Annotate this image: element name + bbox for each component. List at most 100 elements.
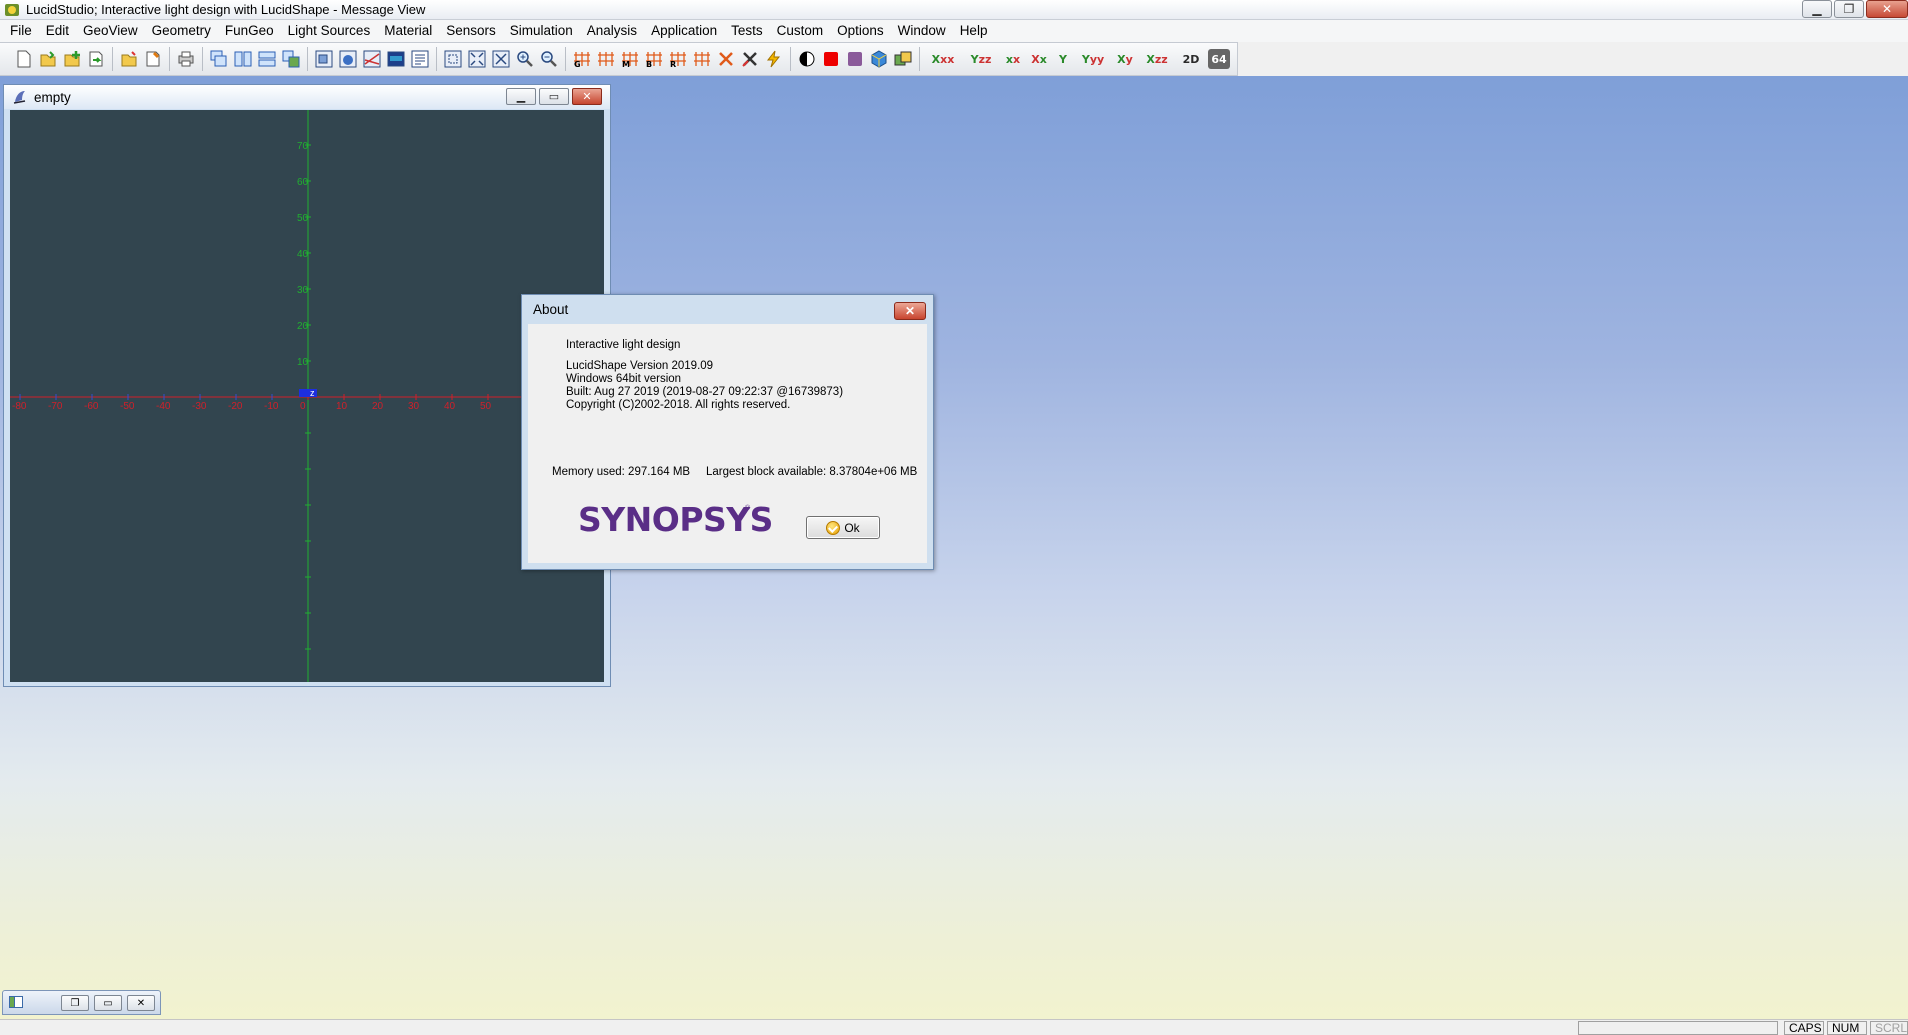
about-dialog-title[interactable]: About — [522, 295, 933, 323]
grid-m-icon[interactable]: M — [620, 49, 640, 69]
menu-geometry[interactable]: Geometry — [145, 20, 218, 42]
view-3d-icon[interactable] — [338, 49, 358, 69]
view-y-icon[interactable]: Y — [1054, 49, 1072, 69]
view-yyy-icon[interactable]: Yyy — [1076, 49, 1110, 69]
save-file-icon[interactable] — [143, 49, 163, 69]
toolbar-separator — [919, 47, 920, 71]
y-axis-tick-label: 20 — [297, 321, 309, 332]
about-dialog: About ✕ Interactive light design LucidSh… — [521, 294, 934, 570]
cube-icon[interactable] — [869, 49, 889, 69]
view-yzz-icon[interactable]: Yzz — [964, 49, 998, 69]
arrange-icon[interactable] — [281, 49, 301, 69]
status-scrl: SCRL — [1870, 1021, 1908, 1035]
cascade-windows-icon[interactable] — [209, 49, 229, 69]
open-folder-icon[interactable] — [119, 49, 139, 69]
window-icon — [9, 996, 23, 1008]
toolbar-separator — [790, 47, 791, 71]
minimized-restore-button[interactable]: ❐ — [61, 995, 89, 1011]
child-minimize-button[interactable]: ▁ — [506, 88, 536, 105]
view-image-icon[interactable] — [386, 49, 406, 69]
menu-custom[interactable]: Custom — [770, 20, 831, 42]
about-platform: Windows 64bit version — [566, 373, 682, 385]
print-icon[interactable] — [176, 49, 196, 69]
restore-icon: ❐ — [70, 997, 80, 1009]
menu-window[interactable]: Window — [891, 20, 953, 42]
menu-file[interactable]: File — [3, 20, 39, 42]
y-axis-tick-label: 10 — [297, 357, 309, 368]
view-64-button[interactable]: 64 — [1208, 49, 1230, 69]
view-xxx-icon[interactable]: Xxx — [926, 49, 960, 69]
menu-light-sources[interactable]: Light Sources — [281, 20, 378, 42]
menu-geoview[interactable]: GeoView — [76, 20, 145, 42]
geoview-icon — [13, 91, 26, 104]
view-text-icon[interactable] — [410, 49, 430, 69]
x-axis-tick-label: 30 — [408, 401, 420, 412]
about-close-button[interactable]: ✕ — [894, 302, 926, 320]
view-xzz-icon[interactable]: Xzz — [1140, 49, 1174, 69]
new-file-icon[interactable] — [14, 49, 34, 69]
grid-g-icon[interactable]: G — [572, 49, 592, 69]
menu-material[interactable]: Material — [377, 20, 439, 42]
status-num: NUM — [1827, 1021, 1867, 1035]
axes-drawing: -80 -70 -60 -50 -40 -30 -20 -10 0 10 20 30 40 50 70 60 5… — [10, 110, 604, 682]
menu-fungeo[interactable]: FunGeo — [218, 20, 281, 42]
minimized-close-button[interactable]: ✕ — [127, 995, 155, 1011]
x-axis-tick-label: -40 — [156, 401, 171, 412]
add-geometry-icon[interactable] — [62, 49, 82, 69]
view-xx-icon[interactable]: xx — [1002, 49, 1024, 69]
restore-icon: ❐ — [1843, 2, 1855, 16]
restore-button[interactable]: ❐ — [1834, 0, 1864, 18]
solid-render-icon[interactable] — [821, 49, 841, 69]
delete-icon[interactable] — [740, 49, 760, 69]
close-button[interactable]: ✕ — [1866, 0, 1908, 18]
maximize-icon: ▭ — [548, 91, 560, 103]
grid-icon[interactable] — [596, 49, 616, 69]
menu-tests[interactable]: Tests — [724, 20, 770, 42]
zoom-all-icon[interactable] — [491, 49, 511, 69]
grid-r-icon[interactable]: R — [668, 49, 688, 69]
open-geometry-icon[interactable] — [38, 49, 58, 69]
zoom-fit-icon[interactable] — [467, 49, 487, 69]
x-axis-tick-label: 20 — [372, 401, 384, 412]
zoom-window-icon[interactable] — [443, 49, 463, 69]
about-memory-used: Memory used: 297.164 MB — [552, 466, 691, 478]
import-icon[interactable] — [86, 49, 106, 69]
menu-analysis[interactable]: Analysis — [580, 20, 644, 42]
minimize-button[interactable]: ▁ — [1802, 0, 1832, 18]
menu-sensors[interactable]: Sensors — [439, 20, 503, 42]
y-axis-tick-label: 60 — [297, 177, 309, 188]
minimized-window[interactable]: ❐ ▭ ✕ — [2, 990, 161, 1015]
zoom-in-icon[interactable] — [515, 49, 535, 69]
grid-b-icon[interactable]: B — [644, 49, 664, 69]
view-xy-icon[interactable]: Xy — [1114, 49, 1136, 69]
x-axis-tick-label: -30 — [192, 401, 207, 412]
zoom-out-icon[interactable] — [539, 49, 559, 69]
y-axis-tick-label: 70 — [297, 141, 309, 152]
tile-horizontal-icon[interactable] — [257, 49, 277, 69]
contrast-icon[interactable] — [797, 49, 817, 69]
child-maximize-button[interactable]: ▭ — [539, 88, 569, 105]
view-front-icon[interactable] — [314, 49, 334, 69]
view-rays-icon[interactable] — [362, 49, 382, 69]
delete-grid-icon[interactable] — [716, 49, 736, 69]
view-2d-button[interactable]: 2D — [1178, 49, 1204, 69]
x-axis-tick-label: 50 — [480, 401, 492, 412]
minimized-maximize-button[interactable]: ▭ — [94, 995, 122, 1011]
menu-help[interactable]: Help — [953, 20, 995, 42]
view-x-icon[interactable]: Xx — [1028, 49, 1050, 69]
menu-simulation[interactable]: Simulation — [503, 20, 580, 42]
menu-application[interactable]: Application — [644, 20, 724, 42]
menu-options[interactable]: Options — [830, 20, 891, 42]
material-icon[interactable] — [845, 49, 865, 69]
svg-text:M: M — [622, 60, 630, 68]
status-pane — [1578, 1021, 1778, 1035]
menu-edit[interactable]: Edit — [39, 20, 76, 42]
objects-icon[interactable] — [893, 49, 913, 69]
svg-text:G: G — [574, 60, 581, 68]
3d-viewport[interactable]: -80 -70 -60 -50 -40 -30 -20 -10 0 10 20 30 40 50 70 60 5… — [10, 110, 604, 682]
lightning-icon[interactable] — [764, 49, 784, 69]
tile-vertical-icon[interactable] — [233, 49, 253, 69]
ok-button[interactable]: Ok — [806, 516, 880, 539]
child-close-button[interactable]: ✕ — [572, 88, 602, 105]
grid-alt-icon[interactable] — [692, 49, 712, 69]
